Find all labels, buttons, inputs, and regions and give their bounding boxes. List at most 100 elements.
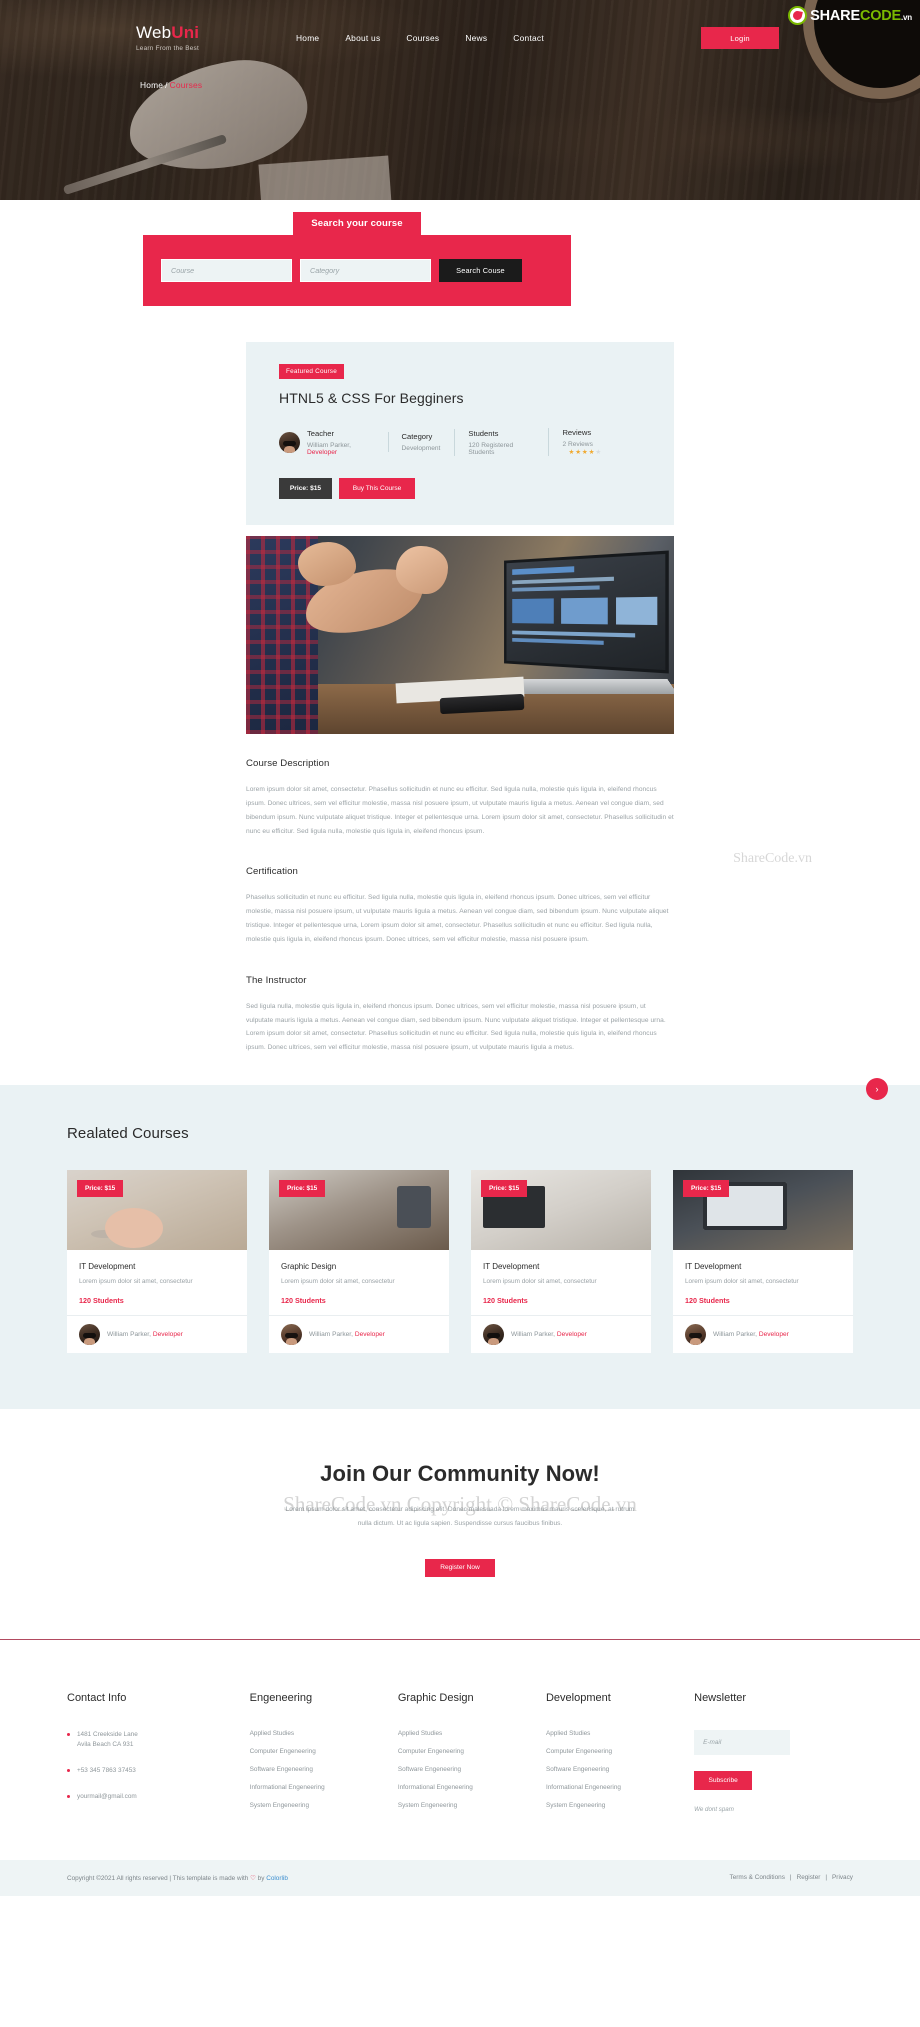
footer-column-contact: Contact Info 1481 Creekside Lane Avila B… [67, 1692, 240, 1820]
newsletter-email-input[interactable]: E-mail [694, 1729, 791, 1755]
footer-column-engeneering: Engeneering Applied Studies Computer Eng… [250, 1692, 388, 1820]
nav-item-contact[interactable]: Contact [513, 33, 544, 43]
footer-link[interactable]: Applied Studies [398, 1730, 536, 1737]
author-avatar [685, 1324, 706, 1346]
featured-badge: Featured Course [279, 364, 344, 379]
footer-link[interactable]: Software Engeneering [398, 1766, 536, 1773]
course-meta-category: Category Development [387, 432, 455, 452]
author-avatar [79, 1324, 100, 1346]
section-heading: The Instructor [246, 974, 307, 986]
course-meta-students: Students 120 Registered Students [454, 428, 548, 456]
register-link[interactable]: Register [797, 1874, 821, 1881]
star-icon-empty: ★ [595, 449, 602, 456]
watermark-logo-vn: .vn [901, 12, 912, 22]
footer-column-graphic-design: Graphic Design Applied Studies Computer … [398, 1692, 536, 1820]
nav-item-home[interactable]: Home [296, 33, 319, 43]
course-card[interactable]: Price: $15 IT Development Lorem ipsum do… [67, 1170, 247, 1354]
contact-address-line1: 1481 Creekside Lane [77, 1730, 138, 1738]
course-price-button[interactable]: Price: $15 [279, 478, 332, 499]
footer-link[interactable]: Computer Engeneering [546, 1748, 684, 1755]
teacher-value: William Parker, Developer [307, 442, 374, 456]
chevron-right-icon: › [875, 1084, 879, 1094]
hero-decor-paper [258, 155, 392, 200]
footer-link[interactable]: System Engeneering [250, 1802, 388, 1809]
footer-link[interactable]: System Engeneering [546, 1802, 684, 1809]
footer-heading-engeneering: Engeneering [249, 1691, 313, 1704]
star-icon: ★ [581, 449, 588, 456]
colorlib-link[interactable]: Colorlib [266, 1875, 288, 1882]
section-heading: Course Description [246, 758, 330, 769]
copyright-text: Copyright ©2021 All rights reserved | Th… [67, 1874, 249, 1882]
course-card[interactable]: Price: $15 IT Development Lorem ipsum do… [471, 1170, 651, 1354]
course-card-title: IT Development [483, 1262, 540, 1272]
login-button[interactable]: Login [701, 27, 779, 49]
community-cta-section: Join Our Community Now! Lorem ipsum dolo… [0, 1409, 920, 1639]
breadcrumb: Home / Courses [140, 80, 920, 90]
course-title: HTNL5 & CSS For Begginers [279, 390, 464, 406]
footer-link[interactable]: Applied Studies [546, 1730, 684, 1737]
course-card-price-badge: Price: $15 [77, 1180, 124, 1198]
image-hand-left [298, 542, 356, 586]
search-course-input[interactable]: Course [161, 259, 292, 282]
author-name: William Parker, [511, 1331, 555, 1339]
course-card-body: IT Development Lorem ipsum dolor sit ame… [673, 1250, 853, 1315]
image-hand-right [396, 546, 448, 594]
brand-logo[interactable]: WebUni Learn From the Best [136, 23, 284, 52]
footer-heading-development: Development [545, 1691, 611, 1704]
footer-link[interactable]: Software Engeneering [546, 1766, 684, 1773]
subscribe-button[interactable]: Subscribe [694, 1770, 753, 1790]
section-body: Sed ligula nulla, molestie quis ligula i… [246, 1002, 666, 1052]
carousel-next-button[interactable]: › [866, 1078, 888, 1100]
bullet-icon [67, 1768, 70, 1772]
course-card-image: Price: $15 [673, 1170, 853, 1251]
footer-link[interactable]: Informational Engeneering [546, 1784, 684, 1791]
footer-link[interactable]: Applied Studies [250, 1730, 388, 1737]
search-category-input[interactable]: Category [300, 259, 431, 282]
search-section-title: Search your course [293, 212, 421, 235]
course-card-image: Price: $15 [67, 1170, 247, 1251]
register-now-button[interactable]: Register Now [425, 1558, 495, 1577]
course-card-desc: Lorem ipsum dolor sit amet, consectetur [79, 1278, 193, 1286]
privacy-link[interactable]: Privacy [832, 1874, 853, 1881]
community-heading: Join Our Community Now! [320, 1461, 600, 1487]
sharecode-watermark-logo: SHARECODE.vn [788, 6, 912, 25]
nav-item-news[interactable]: News [465, 33, 487, 43]
footer-link[interactable]: Software Engeneering [250, 1766, 388, 1773]
nav-item-courses[interactable]: Courses [406, 33, 439, 43]
course-card-students: 120 Students [685, 1296, 730, 1306]
section-heading: Certification [246, 866, 298, 878]
nav-item-about-us[interactable]: About us [345, 33, 380, 43]
footer-link[interactable]: Computer Engeneering [250, 1748, 388, 1755]
watermark-logo-code: CODE [859, 7, 902, 24]
image-laptop-ui [512, 562, 658, 662]
section-body: Phasellus sollicitudin et nunc eu effici… [246, 894, 669, 943]
course-card-desc: Lorem ipsum dolor sit amet, consectetur [685, 1278, 799, 1286]
contact-phone[interactable]: +53 345 7863 37453 [67, 1766, 240, 1777]
link-separator: | [789, 1874, 792, 1882]
buy-course-button[interactable]: Buy This Course [339, 478, 415, 499]
teacher-label: Teacher [307, 428, 335, 438]
brand-name-second: Uni [171, 23, 200, 43]
footer-link[interactable]: System Engeneering [398, 1802, 536, 1809]
footer-heading-contact: Contact Info [67, 1691, 127, 1704]
course-card-students: 120 Students [79, 1296, 124, 1306]
section-certification: Certification Phasellus sollicitudin et … [246, 838, 674, 946]
search-submit-button[interactable]: Search Couse [439, 259, 522, 282]
course-card-author: William Parker, Developer [511, 1331, 587, 1338]
terms-link[interactable]: Terms & Conditions [730, 1874, 785, 1881]
footer-link[interactable]: Informational Engeneering [250, 1784, 388, 1791]
course-card-image: Price: $15 [471, 1170, 651, 1251]
footer-link[interactable]: Computer Engeneering [398, 1748, 536, 1755]
leaf-icon [788, 6, 808, 25]
course-card-title: IT Development [685, 1262, 742, 1272]
section-tail-space [0, 1055, 920, 1085]
course-action-buttons: Price: $15 Buy This Course [279, 478, 641, 499]
course-card-footer: William Parker, Developer [67, 1315, 247, 1353]
footer-link[interactable]: Informational Engeneering [398, 1784, 536, 1791]
course-card[interactable]: Price: $15 IT Development Lorem ipsum do… [673, 1170, 853, 1354]
copyright-by: by [257, 1874, 265, 1882]
author-role: Developer [556, 1331, 587, 1339]
course-card[interactable]: Price: $15 Graphic Design Lorem ipsum do… [269, 1170, 449, 1354]
contact-email[interactable]: yourmail@gmail.com [67, 1792, 240, 1803]
breadcrumb-home[interactable]: Home [140, 80, 163, 90]
